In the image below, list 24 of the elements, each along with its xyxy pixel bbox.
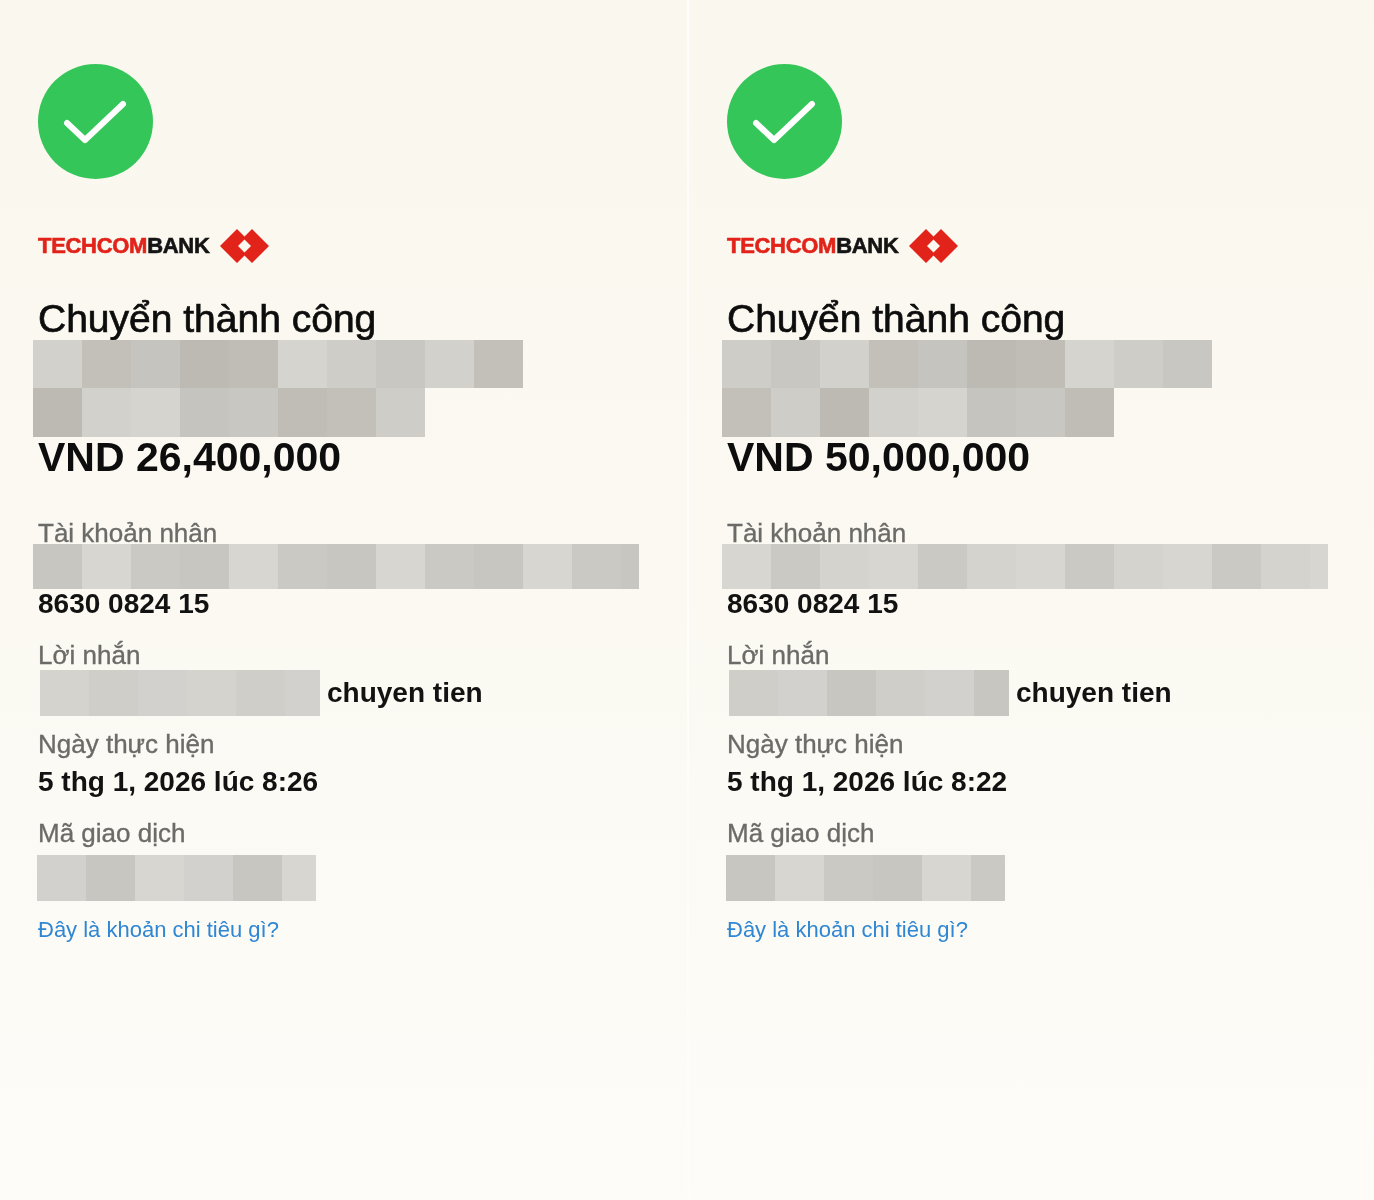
diamond-logo-icon <box>220 229 270 263</box>
amount-text: VND 50,000,000 <box>727 437 1031 477</box>
expense-category-link[interactable]: Đây là khoản chi tiêu gì? <box>727 917 968 943</box>
status-title: Chuyển thành công <box>38 298 377 340</box>
account-number: 8630 0824 15 <box>38 589 210 619</box>
bank-wordmark: TECHCOMBANK <box>727 233 899 259</box>
field-label: Lời nhắn <box>727 640 830 670</box>
field-label: Tài khoản nhân <box>727 522 907 544</box>
expense-category-link[interactable]: Đây là khoản chi tiêu gì? <box>38 917 279 943</box>
message-text: chuyen tien <box>327 678 483 708</box>
field-label: Mã giao dịch <box>727 818 875 848</box>
message-text: chuyen tien <box>1016 678 1172 708</box>
bank-wordmark: TECHCOMBANK <box>38 233 210 259</box>
date-text: 5 thg 1, 2026 lúc 8:22 <box>727 767 1008 797</box>
account-number: 8630 0824 15 <box>727 589 899 619</box>
diamond-logo-icon <box>909 229 959 263</box>
status-title: Chuyển thành công <box>727 298 1066 340</box>
field-label: Ngày thực hiện <box>38 729 215 759</box>
field-label: Lời nhắn <box>38 640 141 670</box>
amount-text: VND 26,400,000 <box>38 437 342 477</box>
field-label: Tài khoản nhân <box>38 522 218 544</box>
field-label: Ngày thực hiện <box>727 729 904 759</box>
date-text: 5 thg 1, 2026 lúc 8:26 <box>38 767 319 797</box>
field-label: Mã giao dịch <box>38 818 186 848</box>
